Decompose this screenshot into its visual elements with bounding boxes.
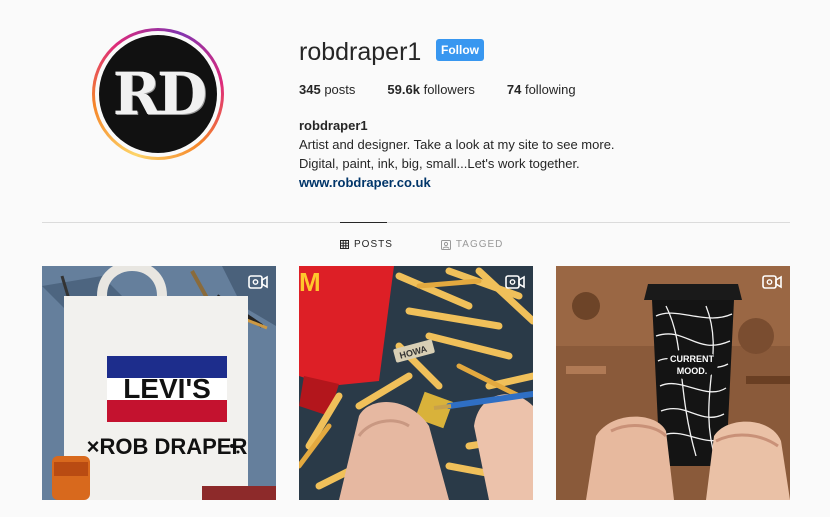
profile-avatar[interactable]: RD: [99, 35, 217, 153]
post-cup-text-line2: MOOD.: [677, 366, 708, 376]
followers-count-value: 59.6k: [387, 82, 420, 97]
post-cup-text-line1: CURRENT: [670, 354, 715, 364]
followers-count[interactable]: 59.6k followers: [387, 82, 474, 97]
profile-divider: [42, 222, 790, 223]
grid-icon: [340, 240, 349, 249]
follow-button[interactable]: Follow: [436, 39, 484, 61]
bio-full-name: robdraper1: [299, 118, 368, 133]
post-logo-text: LEVI'S: [123, 373, 211, 404]
posts-count-label: posts: [324, 82, 356, 97]
video-icon: [762, 275, 782, 289]
video-icon: [505, 275, 525, 289]
tab-tagged[interactable]: TAGGED: [440, 239, 504, 250]
tab-posts-label: POSTS: [354, 239, 393, 250]
bio-website-link[interactable]: www.robdraper.co.uk: [299, 175, 431, 190]
profile-stats: 345 posts 59.6k followers 74 following: [299, 82, 608, 97]
tab-posts[interactable]: POSTS: [340, 239, 393, 250]
post-image-levis-tote: LEVI'S ×ROB DRAPER: [42, 266, 276, 500]
avatar-gap: RD: [95, 31, 221, 157]
post-bag-letter: M: [299, 267, 321, 297]
posts-grid: LEVI'S ×ROB DRAPER M HOWA CURRENT MOOD.: [42, 266, 790, 500]
profile-bio: robdraper1 Artist and designer. Take a l…: [299, 116, 615, 192]
posts-count-value: 345: [299, 82, 321, 97]
tagged-icon: [440, 239, 451, 250]
profile-username: robdraper1: [299, 38, 422, 66]
post-image-cup: CURRENT MOOD.: [556, 266, 790, 500]
profile-tabs: POSTS TAGGED: [340, 239, 551, 250]
post-caption-text: ×ROB DRAPER: [87, 434, 248, 459]
posts-count: 345 posts: [299, 82, 355, 97]
profile-avatar-ring[interactable]: RD: [92, 28, 224, 160]
post-tile[interactable]: LEVI'S ×ROB DRAPER: [42, 266, 276, 500]
following-count-value: 74: [506, 82, 522, 97]
post-image-fries: M HOWA: [299, 266, 533, 500]
bio-line-2: Digital, paint, ink, big, small...Let's …: [299, 156, 580, 171]
bio-line-1: Artist and designer. Take a look at my s…: [299, 137, 615, 152]
post-tile[interactable]: M HOWA: [299, 266, 533, 500]
active-tab-indicator: [340, 222, 387, 223]
post-tile[interactable]: CURRENT MOOD.: [556, 266, 790, 500]
avatar-monogram: RD: [112, 60, 207, 128]
tab-tagged-label: TAGGED: [455, 239, 504, 250]
followers-count-label: followers: [423, 82, 475, 97]
following-count[interactable]: 74 following: [507, 82, 576, 97]
video-icon: [248, 275, 268, 289]
following-count-label: following: [524, 82, 576, 97]
